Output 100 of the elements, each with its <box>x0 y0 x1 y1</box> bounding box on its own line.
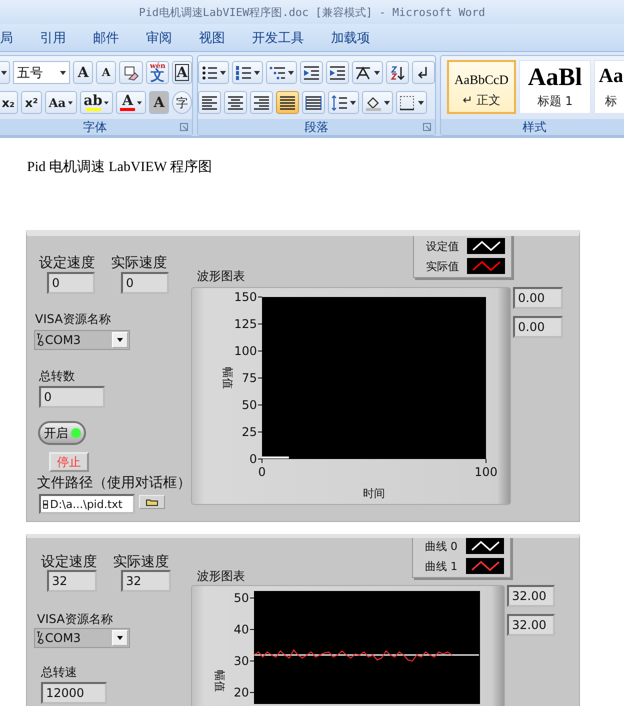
path-icon <box>43 500 48 508</box>
eraser-icon <box>123 64 140 80</box>
y-tick-label: 0 <box>249 452 257 466</box>
y-axis-tick: 30 <box>234 654 254 668</box>
font-size-dropdown[interactable]: 五号 <box>13 61 70 84</box>
caret-icon <box>60 70 66 74</box>
y-axis-tick: 20 <box>234 686 254 700</box>
numbering-icon <box>235 64 252 80</box>
ribbon-tab[interactable]: 视图 <box>199 28 225 46</box>
start-button[interactable]: 开启 <box>38 421 86 445</box>
borders-button[interactable] <box>396 91 427 114</box>
y-axis-label: 幅值 <box>213 670 226 692</box>
align-left-icon <box>201 94 218 110</box>
caret-icon <box>220 70 226 74</box>
caret-icon <box>1 70 7 74</box>
asian-layout-button[interactable] <box>352 61 383 84</box>
legend-swatch <box>466 558 504 574</box>
ribbon-tab[interactable]: 引用 <box>40 28 66 46</box>
align-right-icon <box>253 94 270 110</box>
visa-resource-dropdown[interactable]: COM3 <box>34 628 130 648</box>
y-axis-label: 幅值 <box>221 367 234 389</box>
file-path-field[interactable]: D:\a...\pid.txt <box>39 494 135 514</box>
ribbon-tab[interactable]: 邮件 <box>93 28 119 46</box>
numbering-button[interactable] <box>232 61 263 84</box>
control-label: 总转数 <box>39 368 75 385</box>
increase-indent-button[interactable] <box>326 61 349 84</box>
line-spacing-button[interactable] <box>328 91 359 114</box>
numeric-control[interactable]: 0 <box>47 272 95 294</box>
style-name: 标题 1 <box>537 93 573 110</box>
y-axis-tick: 25 <box>242 425 262 439</box>
control-label: 设定速度 <box>39 254 95 272</box>
superscript-button[interactable]: x² <box>21 91 42 114</box>
clear-format-button[interactable] <box>119 61 144 84</box>
align-center-button[interactable] <box>224 91 247 114</box>
y-tick-label: 125 <box>234 317 257 331</box>
sort-button[interactable] <box>386 61 409 84</box>
ribbon-tab[interactable]: 开发工具 <box>252 28 304 46</box>
y-tick-label: 50 <box>242 398 257 412</box>
y-tick-label: 25 <box>242 425 257 439</box>
legend-swatch <box>467 238 505 254</box>
distribute-button[interactable] <box>302 91 325 114</box>
shrink-font-button[interactable]: A <box>96 61 116 84</box>
character-shading-button[interactable]: A <box>149 91 169 114</box>
change-case-button[interactable]: Aa <box>44 91 77 114</box>
asian-layout-icon <box>355 64 372 80</box>
style-gallery-item[interactable]: AaBbCcD ↵ 正文 <box>447 60 516 114</box>
y-axis-tick: 100 <box>234 344 262 358</box>
legend-label: 实际值 <box>426 258 459 274</box>
ribbon-tab[interactable]: 局 <box>0 28 13 46</box>
dialog-launcher-icon[interactable] <box>423 123 431 131</box>
y-tick-label: 100 <box>234 344 257 358</box>
subscript-button[interactable]: x₂ <box>0 91 18 114</box>
control-label: 总转速 <box>41 664 77 681</box>
style-gallery-item[interactable]: Aa 标 <box>594 60 624 114</box>
chart-title: 波形图表 <box>197 568 245 585</box>
style-gallery-item[interactable]: AaBl 标题 1 <box>519 60 591 114</box>
caret-icon <box>288 70 294 74</box>
shading-icon <box>365 94 382 110</box>
numeric-indicator: 0 <box>121 272 169 294</box>
decrease-indent-icon <box>303 64 320 80</box>
numeric-control[interactable]: 32 <box>47 570 97 592</box>
character-border-button[interactable]: A <box>172 61 192 84</box>
numeric-indicator: 32 <box>121 570 171 592</box>
control-label: 实际速度 <box>113 553 169 571</box>
justify-button[interactable] <box>276 91 299 114</box>
caret-icon <box>350 100 356 104</box>
control-label: 设定速度 <box>41 553 97 571</box>
y-axis-tick: 50 <box>242 398 262 412</box>
style-preview: Aa <box>598 65 624 87</box>
control-label: VISA资源名称 <box>37 611 113 628</box>
enclose-character-button[interactable]: 字 <box>172 91 192 114</box>
bullets-icon <box>201 64 218 80</box>
ribbon-tab[interactable]: 审阅 <box>146 28 172 46</box>
visa-resource-dropdown[interactable]: COM3 <box>34 330 130 350</box>
align-left-button[interactable] <box>198 91 221 114</box>
multilevel-list-button[interactable] <box>266 61 297 84</box>
numeric-indicator: 0.00 <box>513 316 563 338</box>
ribbon-tab[interactable]: 加载项 <box>331 28 370 46</box>
chart-title: 波形图表 <box>197 268 245 285</box>
dialog-launcher-icon[interactable] <box>180 123 188 131</box>
shading-button[interactable] <box>362 91 393 114</box>
browse-button[interactable] <box>139 495 165 509</box>
show-marks-button[interactable] <box>412 61 435 84</box>
decrease-indent-button[interactable] <box>300 61 323 84</box>
align-right-button[interactable] <box>250 91 273 114</box>
bullets-button[interactable] <box>198 61 229 84</box>
x-axis-tick: 100 <box>474 458 498 479</box>
caret-icon <box>418 100 424 104</box>
caret-icon <box>374 70 380 74</box>
style-name: 标 <box>605 93 617 110</box>
numeric-indicator: 12000 <box>41 682 107 704</box>
borders-icon <box>399 94 416 110</box>
control-label: VISA资源名称 <box>35 311 111 328</box>
font-color-button[interactable]: A <box>116 91 146 114</box>
numeric-indicator: 0 <box>39 386 105 408</box>
style-preview: AaBl <box>528 65 582 90</box>
grow-font-button[interactable]: A <box>73 61 94 84</box>
highlight-button[interactable]: ab <box>80 91 114 114</box>
font-name-dropdown[interactable] <box>0 61 10 84</box>
justify-icon <box>279 94 296 110</box>
